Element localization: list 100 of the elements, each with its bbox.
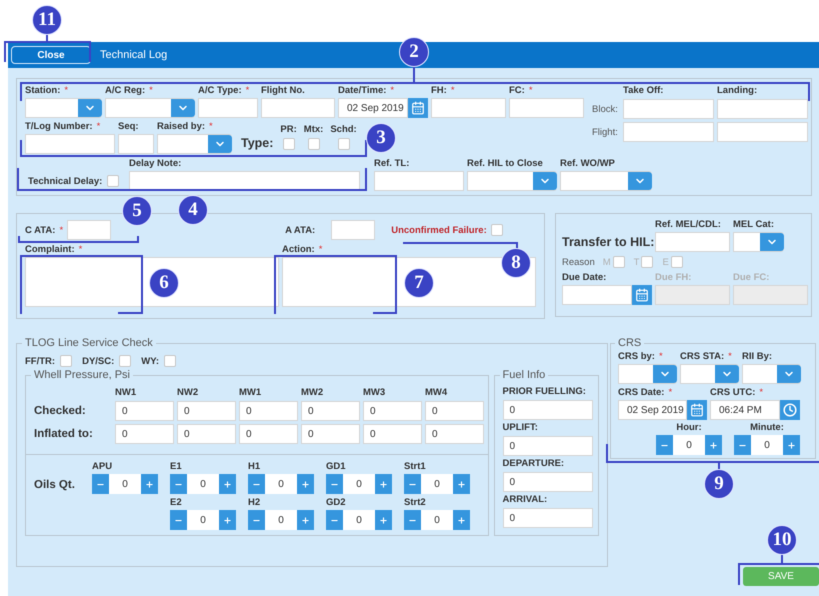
checkbox[interactable] — [338, 138, 350, 150]
number-field[interactable]: 0 — [425, 424, 484, 444]
decrement-button[interactable] — [248, 510, 265, 530]
number-field[interactable]: 0 — [177, 424, 236, 444]
number-field[interactable]: 0 — [343, 510, 375, 530]
increment-button[interactable] — [297, 510, 314, 530]
field-label: CRS by: — [618, 350, 655, 362]
number-field[interactable]: 0 — [115, 424, 174, 444]
dropdown[interactable] — [680, 364, 739, 384]
field-label: Due Date: — [562, 272, 606, 282]
dropdown[interactable] — [560, 171, 652, 191]
field-label: Minute: — [750, 422, 784, 433]
decrement-button[interactable] — [734, 435, 751, 455]
increment-button[interactable] — [219, 510, 236, 530]
plus-icon — [223, 516, 232, 524]
calendar-button[interactable] — [408, 98, 428, 118]
text-field[interactable] — [25, 134, 115, 154]
decrement-button[interactable] — [248, 474, 265, 494]
number-field[interactable]: 0 — [109, 474, 141, 494]
text-field[interactable] — [717, 122, 808, 142]
number-field[interactable]: 0 — [239, 424, 298, 444]
number-field[interactable]: 0 — [187, 510, 219, 530]
number-field[interactable]: 0 — [265, 510, 297, 530]
increment-button[interactable] — [375, 510, 392, 530]
number-field[interactable]: 0 — [301, 424, 360, 444]
number-field[interactable]: 0 — [177, 401, 236, 421]
dropdown[interactable] — [157, 134, 232, 154]
decrement-button[interactable] — [404, 474, 421, 494]
checkbox[interactable] — [164, 355, 176, 367]
increment-button[interactable] — [453, 474, 470, 494]
required-mark: * — [728, 350, 732, 362]
checkbox[interactable] — [107, 175, 120, 187]
checkbox-label: DY/SC: — [82, 356, 114, 366]
increment-button[interactable] — [783, 435, 800, 455]
number-field[interactable]: 0 — [421, 510, 453, 530]
checkbox[interactable] — [308, 138, 320, 150]
number-field[interactable]: 0 — [502, 436, 592, 456]
text-field[interactable] — [374, 171, 464, 191]
number-field[interactable]: 0 — [421, 474, 453, 494]
number-field[interactable]: 0 — [363, 401, 422, 421]
text-field[interactable] — [717, 99, 808, 119]
text-field[interactable] — [431, 98, 506, 118]
increment-button[interactable] — [453, 510, 470, 530]
dropdown[interactable] — [467, 171, 557, 191]
checkbox[interactable] — [490, 224, 503, 236]
number-field[interactable]: 0 — [751, 435, 783, 455]
increment-button[interactable] — [375, 474, 392, 494]
decrement-button[interactable] — [170, 510, 187, 530]
decrement-button[interactable] — [170, 474, 187, 494]
text-area[interactable] — [282, 257, 536, 307]
number-field[interactable]: 0 — [343, 474, 375, 494]
number-field[interactable]: 0 — [502, 472, 592, 492]
decrement-button[interactable] — [92, 474, 109, 494]
number-field[interactable]: 0 — [239, 401, 298, 421]
text-field[interactable] — [623, 99, 714, 119]
number-field[interactable]: 0 — [301, 401, 360, 421]
text-field[interactable] — [118, 134, 154, 154]
checkbox[interactable] — [119, 355, 132, 367]
calendar-button[interactable] — [632, 285, 652, 305]
dropdown[interactable] — [618, 364, 677, 384]
date-field[interactable] — [562, 285, 652, 305]
text-field[interactable] — [198, 98, 258, 118]
checkbox[interactable] — [60, 355, 72, 367]
plus-icon — [709, 440, 718, 450]
increment-button[interactable] — [297, 474, 314, 494]
dropdown[interactable] — [733, 232, 784, 252]
number-field[interactable]: 0 — [425, 401, 484, 421]
text-field[interactable] — [129, 171, 360, 191]
text-field[interactable] — [623, 122, 714, 142]
text-field[interactable] — [261, 98, 335, 118]
text-field[interactable] — [509, 98, 584, 118]
increment-button[interactable] — [219, 474, 236, 494]
decrement-button[interactable] — [404, 510, 421, 530]
decrement-button[interactable] — [326, 510, 343, 530]
increment-button[interactable] — [705, 435, 722, 455]
text-area[interactable] — [25, 257, 279, 307]
text-field[interactable] — [655, 232, 730, 252]
dropdown[interactable] — [25, 98, 102, 118]
text-field[interactable] — [331, 220, 376, 240]
text-field[interactable] — [67, 220, 112, 240]
dropdown[interactable] — [105, 98, 195, 118]
number-field[interactable]: 0 — [363, 424, 422, 444]
checkbox[interactable] — [282, 138, 295, 150]
clock-button[interactable] — [780, 400, 800, 420]
decrement-button[interactable] — [656, 435, 673, 455]
decrement-button[interactable] — [326, 474, 343, 494]
number-field[interactable]: 0 — [502, 508, 592, 528]
calendar-button[interactable] — [687, 400, 707, 420]
number-field[interactable]: 0 — [187, 474, 219, 494]
number-field[interactable]: 0 — [265, 474, 297, 494]
number-field[interactable]: 0 — [673, 435, 705, 455]
row-label: Inflated to: — [34, 428, 94, 440]
close-button[interactable]: Close — [11, 46, 91, 64]
field-label: PRIOR FUELLING: — [502, 386, 587, 397]
dropdown[interactable] — [742, 364, 801, 384]
field-label: Raised by: — [157, 120, 206, 132]
increment-button[interactable] — [141, 474, 158, 494]
number-field[interactable]: 0 — [502, 400, 592, 420]
number-field[interactable]: 0 — [115, 401, 174, 421]
oils-label: Oils Qt. — [34, 479, 76, 491]
